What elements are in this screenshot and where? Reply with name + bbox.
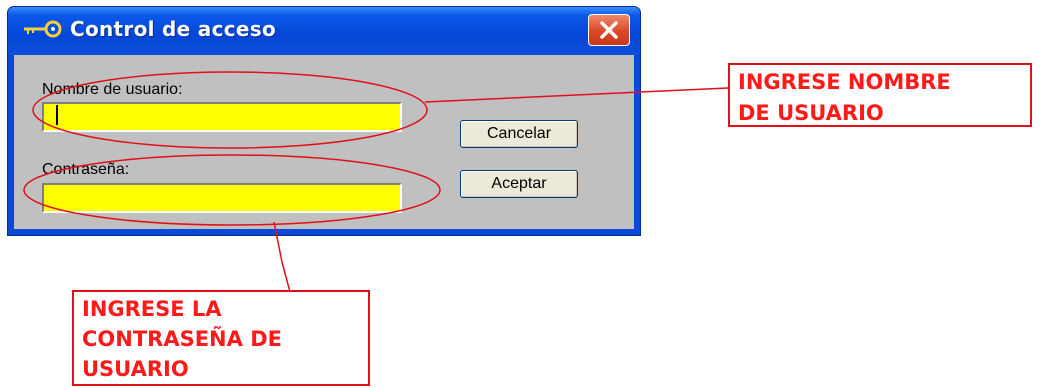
username-callout-line: INGRESE NOMBRE xyxy=(738,70,951,94)
username-callout: INGRESE NOMBRE DE USUARIO xyxy=(728,63,1032,127)
username-field[interactable] xyxy=(42,102,402,132)
username-label: Nombre de usuario: xyxy=(42,81,183,98)
password-label: Contraseña: xyxy=(42,161,130,178)
key-icon xyxy=(24,20,62,38)
title-bar[interactable]: Control de acceso xyxy=(8,7,640,55)
cancel-button[interactable]: Cancelar xyxy=(460,120,578,148)
close-icon xyxy=(600,21,618,39)
dialog-body: Nombre de usuario: Contraseña: Cancelar … xyxy=(14,55,634,229)
accept-button[interactable]: Aceptar xyxy=(460,170,578,198)
password-callout-line: CONTRASEÑA DE xyxy=(82,327,282,351)
password-callout-line: USUARIO xyxy=(82,357,189,381)
password-field[interactable] xyxy=(42,183,402,213)
text-caret xyxy=(56,105,58,125)
username-callout-line: DE USUARIO xyxy=(738,101,884,125)
login-dialog: Control de acceso Nombre de usuario: Con… xyxy=(8,7,640,235)
password-callout: INGRESE LA CONTRASEÑA DE USUARIO xyxy=(72,290,370,386)
close-button[interactable] xyxy=(588,14,630,46)
window-title: Control de acceso xyxy=(70,17,276,41)
password-callout-line: INGRESE LA xyxy=(82,297,222,321)
